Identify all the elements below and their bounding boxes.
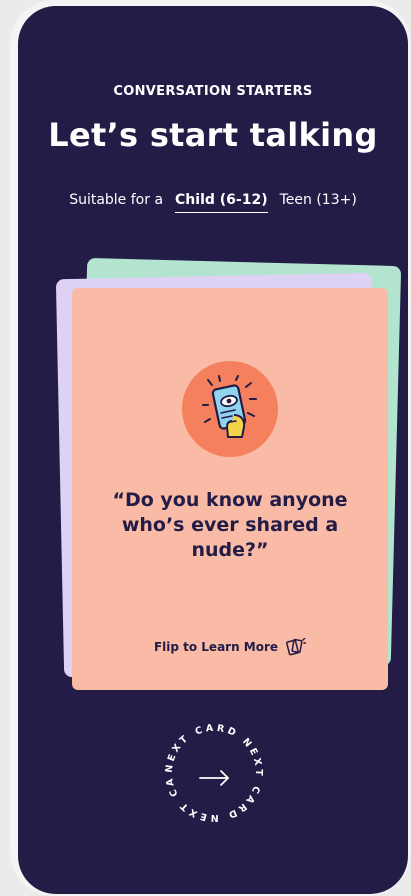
app-screen: CONVERSATION STARTERS Let’s start talkin… [18, 6, 408, 894]
audience-selector: Suitable for a Child (6-12) Teen (13+) [18, 192, 408, 213]
arrow-right-icon [199, 770, 229, 786]
card-illustration [182, 361, 278, 457]
next-card-ring: NEXT CARD NEXT CARD NEXT CARD [153, 710, 264, 823]
section-eyebrow: CONVERSATION STARTERS [113, 84, 313, 99]
next-card-button[interactable]: NEXT CARD NEXT CARD NEXT CARD [153, 710, 269, 828]
phone-eye-icon [202, 375, 257, 438]
conversation-card[interactable]: “Do you know anyone who’s ever shared a … [72, 288, 388, 690]
flip-cards-icon [286, 638, 307, 656]
next-card-ring-text: NEXT CARD NEXT CARD NEXT CARD [153, 710, 260, 823]
card-question: “Do you know anyone who’s ever shared a … [112, 489, 348, 561]
flip-label: Flip to Learn More [153, 640, 279, 654]
device-frame: CONVERSATION STARTERS Let’s start talkin… [10, 0, 411, 896]
tab-teen[interactable]: Teen (13+) [280, 192, 357, 212]
svg-text:NEXT CARD NEXT CARD NEXT CARD: NEXT CARD NEXT CARD NEXT CARD [159, 718, 264, 823]
page-title: Let’s start talking [48, 116, 378, 154]
flip-to-learn-more-button[interactable]: Flip to Learn More [72, 638, 388, 656]
tab-child[interactable]: Child (6-12) [175, 192, 268, 213]
audience-label: Suitable for a [69, 192, 164, 208]
